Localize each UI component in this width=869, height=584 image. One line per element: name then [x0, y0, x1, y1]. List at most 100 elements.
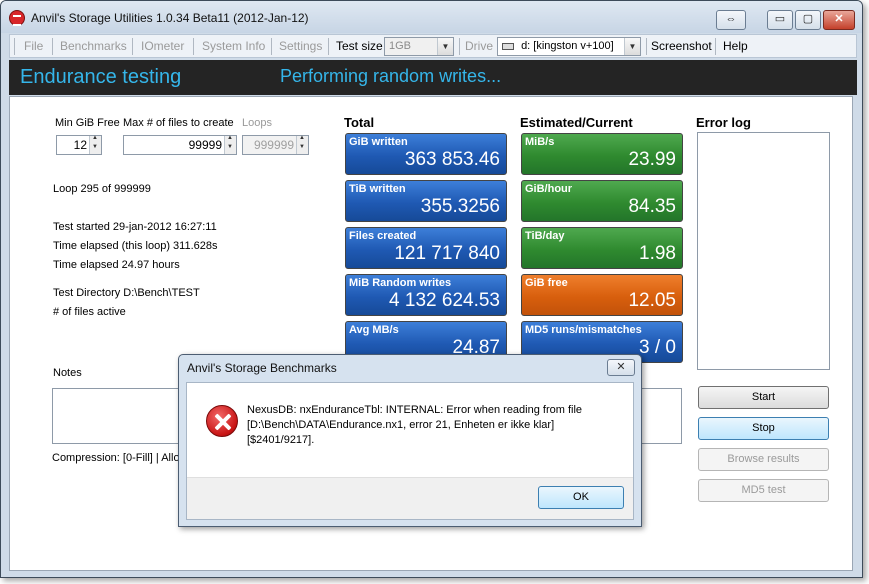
tile-label: MiB/s: [525, 136, 555, 148]
total-title: Total: [344, 115, 375, 130]
tile-value: 23.99: [628, 149, 676, 170]
tile-mibs: MiB/s 23.99: [521, 133, 683, 175]
test-directory: Test Directory D:\Bench\TEST: [53, 287, 200, 299]
tile-gib-free: GiB free 12.05: [521, 274, 683, 316]
menu-bar: File Benchmarks IOmeter System Info Sett…: [9, 34, 857, 58]
dialog-message: NexusDB: nxEnduranceTbl: INTERNAL: Error…: [247, 403, 627, 448]
tile-value: 121 717 840: [394, 243, 500, 264]
tile-gib-hour: GiB/hour 84.35: [521, 180, 683, 222]
page-title: Endurance testing: [20, 66, 182, 88]
menu-separator: [459, 38, 460, 55]
menu-separator: [52, 38, 53, 55]
menu-separator: [193, 38, 194, 55]
menu-separator: [271, 38, 272, 55]
menu-benchmarks[interactable]: Benchmarks: [60, 39, 127, 53]
max-files-input[interactable]: 99999: [123, 135, 237, 155]
tile-label: Files created: [349, 230, 417, 242]
close-button[interactable]: ✕: [823, 10, 855, 30]
chevron-down-icon: ▼: [624, 38, 640, 55]
min-free-label: Min GiB Free: [55, 117, 120, 129]
test-size-label: Test size: [336, 39, 383, 53]
chevron-down-icon: ▼: [437, 38, 453, 55]
title-bar: Anvil's Storage Utilities 1.0.34 Beta11 …: [1, 1, 862, 33]
tile-tib-day: TiB/day 1.98: [521, 227, 683, 269]
menu-screenshot[interactable]: Screenshot: [651, 39, 712, 53]
min-free-value: 12: [73, 138, 87, 152]
app-icon: [9, 10, 25, 26]
menu-settings[interactable]: Settings: [279, 39, 322, 53]
menu-file[interactable]: File: [24, 39, 43, 53]
maximize-button[interactable]: ▢: [795, 10, 821, 30]
tile-value: 4 132 624.53: [389, 290, 500, 311]
dialog-title: Anvil's Storage Benchmarks: [187, 361, 337, 375]
loops-value: 999999: [253, 138, 294, 152]
menu-help[interactable]: Help: [723, 39, 748, 53]
time-elapsed: Time elapsed 24.97 hours: [53, 259, 180, 271]
window-title: Anvil's Storage Utilities 1.0.34 Beta11 …: [31, 11, 309, 25]
test-size-select[interactable]: 1GB ▼: [384, 37, 454, 56]
max-files-label: Max # of files to create: [123, 117, 234, 129]
tile-value: 84.35: [628, 196, 676, 217]
loop-counter: Loop 295 of 999999: [53, 183, 151, 195]
stop-button[interactable]: Stop: [698, 417, 829, 440]
time-elapsed-loop: Time elapsed (this loop) 311.628s: [53, 240, 218, 252]
restore-icon[interactable]: ⇔: [716, 10, 746, 30]
drive-select[interactable]: d: [kingston v+100] ▼: [497, 37, 641, 56]
tile-label: GiB/hour: [525, 183, 573, 195]
status-header: Endurance testing Performing random writ…: [9, 60, 857, 95]
tile-mib-random-writes: MiB Random writes 4 132 624.53: [345, 274, 507, 316]
loops-label: Loops: [242, 117, 272, 129]
test-size-value: 1GB: [389, 40, 412, 52]
drive-value: d: [kingston v+100]: [521, 40, 614, 52]
test-started: Test started 29-jan-2012 16:27:11: [53, 221, 217, 233]
tile-label: GiB free: [525, 277, 568, 289]
menu-iometer[interactable]: IOmeter: [141, 39, 184, 53]
error-log-box[interactable]: [697, 132, 830, 370]
tile-value: 12.05: [628, 290, 676, 311]
spinner-icon[interactable]: [296, 135, 308, 154]
tile-value: 1.98: [639, 243, 676, 264]
menu-separator: [715, 38, 716, 55]
error-dialog: Anvil's Storage Benchmarks ✕ NexusDB: nx…: [178, 354, 642, 527]
error-icon: [206, 405, 238, 437]
status-text: Performing random writes...: [280, 66, 502, 86]
tile-label: TiB written: [349, 183, 406, 195]
loops-input[interactable]: 999999: [242, 135, 309, 155]
spinner-icon[interactable]: [89, 135, 101, 154]
spinner-icon[interactable]: [224, 135, 236, 154]
estimated-title: Estimated/Current: [520, 115, 633, 130]
drive-icon: [502, 42, 514, 50]
menu-separator: [328, 38, 329, 55]
menu-separator: [132, 38, 133, 55]
md5-test-button[interactable]: MD5 test: [698, 479, 829, 502]
dialog-message-line: [$2401/9217].: [247, 434, 315, 446]
minimize-button[interactable]: ▭: [767, 10, 793, 30]
dialog-body: NexusDB: nxEnduranceTbl: INTERNAL: Error…: [186, 382, 634, 520]
tile-label: TiB/day: [525, 230, 565, 242]
notes-label: Notes: [53, 367, 82, 379]
error-log-title: Error log: [696, 115, 751, 130]
min-free-input[interactable]: 12: [56, 135, 102, 155]
menu-system-info[interactable]: System Info: [202, 39, 265, 53]
start-button[interactable]: Start: [698, 386, 829, 409]
dialog-footer: OK: [187, 477, 633, 519]
tile-label: MD5 runs/mismatches: [525, 324, 642, 336]
browse-results-button[interactable]: Browse results: [698, 448, 829, 471]
tile-gib-written: GiB written 363 853.46: [345, 133, 507, 175]
files-active: # of files active: [53, 306, 126, 318]
tile-value: 363 853.46: [404, 149, 500, 170]
compression-text: Compression: [0-Fill] | Allow: [52, 452, 188, 464]
menu-separator: [14, 38, 15, 55]
ok-button[interactable]: OK: [538, 486, 624, 509]
tile-value: 355.3256: [420, 196, 500, 217]
tile-label: GiB written: [349, 136, 408, 148]
close-icon[interactable]: ✕: [607, 359, 635, 376]
drive-label: Drive: [465, 39, 494, 53]
tile-label: Avg MB/s: [349, 324, 399, 336]
tile-files-created: Files created 121 717 840: [345, 227, 507, 269]
tile-value: 3 / 0: [639, 337, 676, 358]
tile-label: MiB Random writes: [349, 277, 452, 289]
menu-separator: [646, 38, 647, 55]
dialog-message-line: [D:\Bench\DATA\Endurance.nx1, error 21, …: [247, 419, 555, 431]
tile-tib-written: TiB written 355.3256: [345, 180, 507, 222]
